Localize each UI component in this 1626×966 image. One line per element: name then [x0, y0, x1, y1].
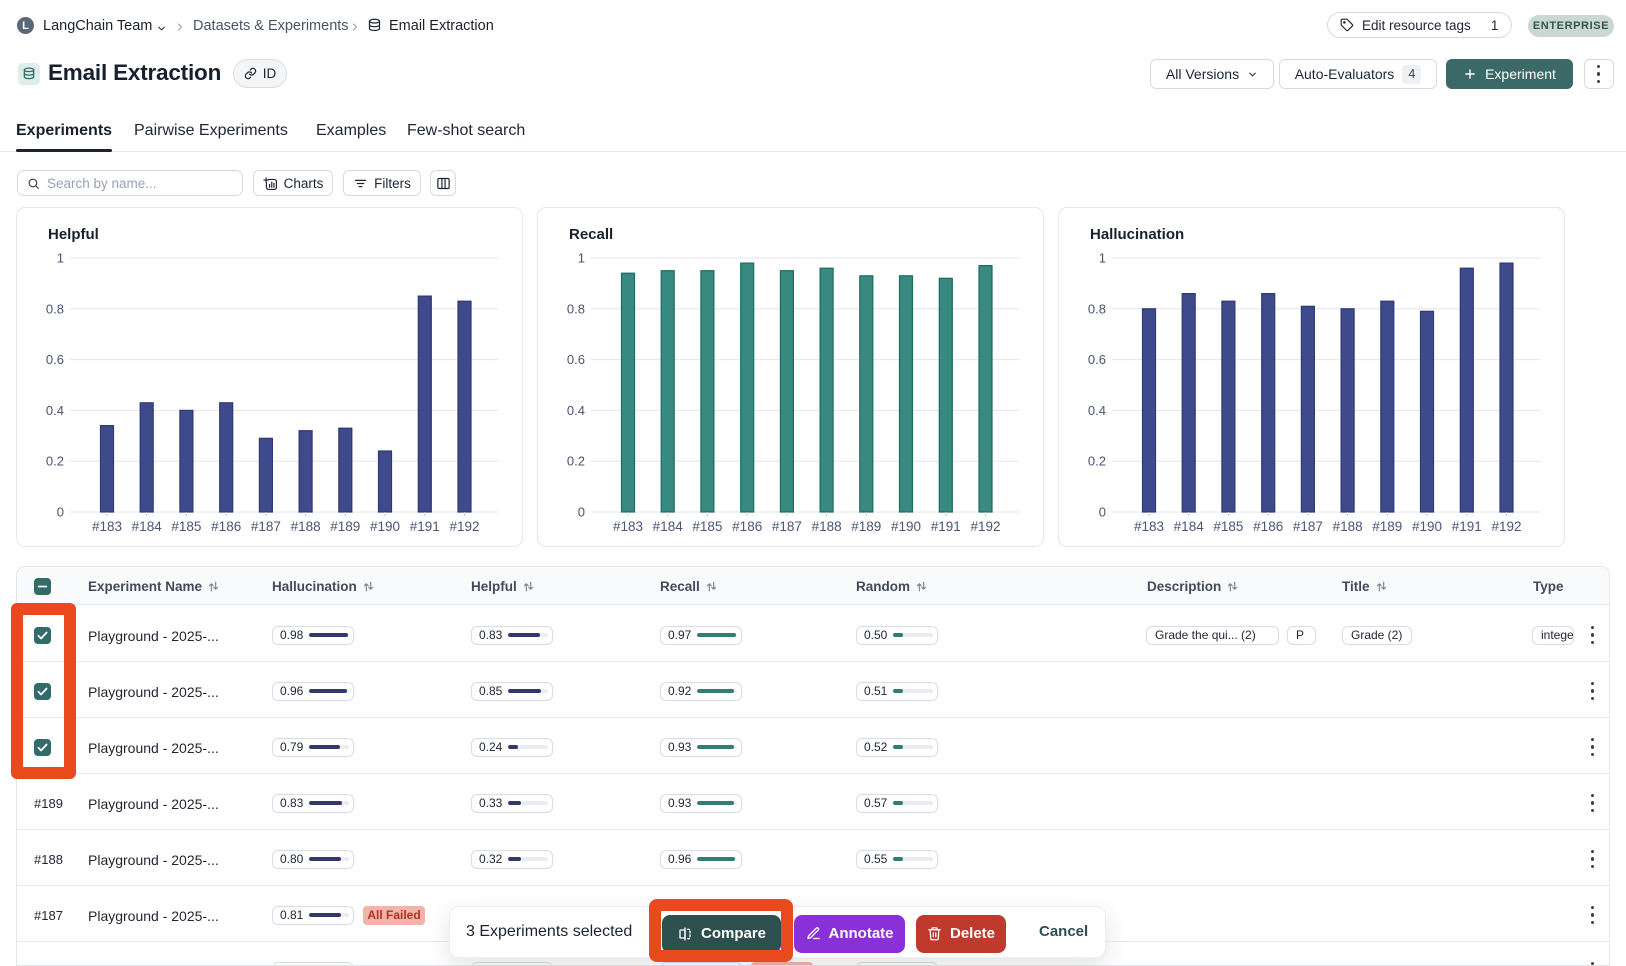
svg-text:0.4: 0.4	[46, 403, 64, 418]
svg-text:Hallucination: Hallucination	[1090, 226, 1184, 243]
svg-text:#188: #188	[291, 519, 321, 534]
svg-text:1: 1	[578, 251, 585, 266]
svg-text:0: 0	[578, 505, 585, 520]
svg-text:#188: #188	[812, 519, 842, 534]
svg-text:#190: #190	[1412, 519, 1442, 534]
svg-text:#191: #191	[931, 519, 961, 534]
svg-text:#192: #192	[970, 519, 1000, 534]
svg-text:#188: #188	[1333, 519, 1363, 534]
svg-text:0.2: 0.2	[1088, 454, 1106, 469]
svg-text:0.6: 0.6	[46, 352, 64, 367]
svg-text:1: 1	[57, 251, 64, 266]
svg-text:0.8: 0.8	[46, 301, 64, 316]
svg-text:#184: #184	[132, 519, 163, 534]
svg-text:0.2: 0.2	[46, 454, 64, 469]
svg-text:#185: #185	[171, 519, 201, 534]
svg-text:0.8: 0.8	[1088, 301, 1106, 316]
svg-text:Helpful: Helpful	[48, 226, 99, 243]
svg-text:1: 1	[1099, 251, 1106, 266]
svg-text:#189: #189	[851, 519, 881, 534]
svg-text:#183: #183	[1134, 519, 1164, 534]
svg-text:0: 0	[1099, 505, 1106, 520]
svg-text:#189: #189	[330, 519, 360, 534]
svg-text:0.4: 0.4	[567, 403, 585, 418]
svg-text:#186: #186	[732, 519, 762, 534]
svg-text:0.8: 0.8	[567, 301, 585, 316]
svg-text:#186: #186	[1253, 519, 1283, 534]
svg-text:#187: #187	[772, 519, 802, 534]
svg-text:#186: #186	[211, 519, 241, 534]
svg-text:#189: #189	[1372, 519, 1402, 534]
svg-text:#191: #191	[1452, 519, 1482, 534]
svg-text:#187: #187	[251, 519, 281, 534]
svg-text:#192: #192	[1491, 519, 1521, 534]
svg-text:#184: #184	[653, 519, 684, 534]
svg-text:#190: #190	[370, 519, 400, 534]
svg-text:#187: #187	[1293, 519, 1323, 534]
svg-text:#191: #191	[410, 519, 440, 534]
svg-text:#192: #192	[449, 519, 479, 534]
svg-text:0.4: 0.4	[1088, 403, 1106, 418]
svg-text:0.6: 0.6	[1088, 352, 1106, 367]
svg-text:0.6: 0.6	[567, 352, 585, 367]
svg-text:#185: #185	[1213, 519, 1243, 534]
svg-text:0.2: 0.2	[567, 454, 585, 469]
svg-text:0: 0	[57, 505, 64, 520]
svg-text:Recall: Recall	[569, 226, 613, 243]
svg-text:#184: #184	[1174, 519, 1205, 534]
svg-text:#183: #183	[613, 519, 643, 534]
svg-text:#190: #190	[891, 519, 921, 534]
svg-text:#185: #185	[692, 519, 722, 534]
svg-text:#183: #183	[92, 519, 122, 534]
